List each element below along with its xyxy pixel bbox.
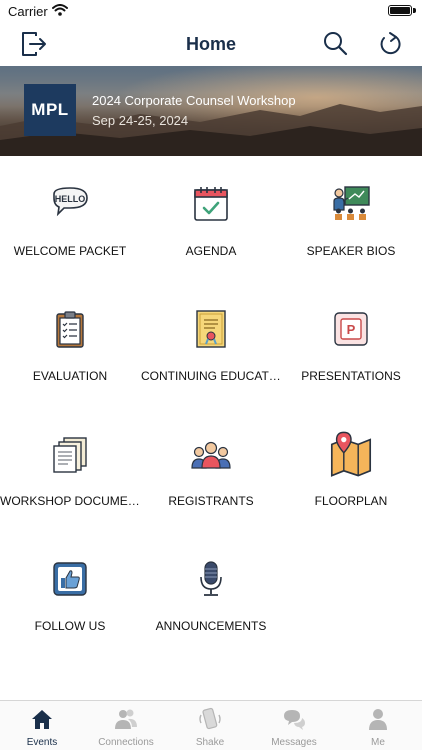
tab-me[interactable]: Me xyxy=(336,701,420,750)
event-title: 2024 Corporate Counsel Workshop xyxy=(92,93,296,108)
tile-agenda[interactable]: AGENDA xyxy=(141,156,281,281)
people-group-icon xyxy=(191,441,231,469)
tab-bar: Events Connections Shake Messages Me xyxy=(0,700,422,750)
tile-floorplan[interactable]: FLOORPLAN xyxy=(281,406,421,531)
tab-connections[interactable]: Connections xyxy=(84,701,168,750)
tile-label: EVALUATION xyxy=(32,369,108,383)
powerpoint-icon: P xyxy=(334,312,368,346)
tile-announcements[interactable]: ANNOUNCEMENTS xyxy=(141,531,281,656)
microphone-icon xyxy=(200,561,222,596)
refresh-icon[interactable] xyxy=(374,28,406,60)
battery-tip xyxy=(413,8,416,13)
map-pin-icon xyxy=(330,431,372,477)
tile-label: ANNOUNCEMENTS xyxy=(155,619,267,633)
battery-icon xyxy=(388,5,412,16)
clipboard-icon xyxy=(56,311,84,348)
hello-speech-bubble-icon: HELLO xyxy=(53,187,88,217)
tile-label: WELCOME PACKET xyxy=(13,244,127,258)
navigation-bar: Home xyxy=(0,22,422,66)
documents-icon xyxy=(53,437,87,473)
tab-label: Me xyxy=(371,737,385,748)
tile-speaker-bios[interactable]: SPEAKER BIOS xyxy=(281,156,421,281)
search-icon[interactable] xyxy=(320,28,352,60)
tile-follow-us[interactable]: FOLLOW US xyxy=(0,531,140,656)
tile-label: REGISTRANTS xyxy=(168,494,254,508)
tab-label: Shake xyxy=(195,737,225,748)
presenter-icon xyxy=(333,186,370,220)
tab-label: Connections xyxy=(98,737,154,748)
status-bar: Carrier xyxy=(0,0,422,22)
certificate-icon xyxy=(196,310,226,348)
tile-label: CONTINUING EDUCATI... xyxy=(141,369,281,383)
connections-icon xyxy=(115,709,137,729)
tile-label: PRESENTATIONS xyxy=(301,369,401,383)
page-title: Home xyxy=(185,34,236,54)
tile-evaluation[interactable]: EVALUATION xyxy=(0,281,140,406)
tile-workshop-documents[interactable]: WORKSHOP DOCUMEN... xyxy=(0,406,140,531)
tab-shake[interactable]: Shake xyxy=(168,701,252,750)
house-icon xyxy=(32,710,52,729)
tab-label: Messages xyxy=(271,737,317,748)
calendar-check-icon xyxy=(194,187,228,221)
event-dates: Sep 24-25, 2024 xyxy=(92,113,189,128)
tile-registrants[interactable]: REGISTRANTS xyxy=(141,406,281,531)
tile-welcome-packet[interactable]: HELLO WELCOME PACKET xyxy=(0,156,140,281)
person-icon xyxy=(369,709,387,730)
svg-text:P: P xyxy=(347,322,356,337)
tile-label: FLOORPLAN xyxy=(314,494,388,508)
tile-label: FOLLOW US xyxy=(34,619,106,633)
tile-label: AGENDA xyxy=(185,244,237,258)
wifi-icon xyxy=(52,4,68,16)
tile-label: SPEAKER BIOS xyxy=(306,244,396,258)
chat-bubbles-icon xyxy=(284,710,305,730)
tile-label: WORKSHOP DOCUMEN... xyxy=(0,494,140,508)
shake-phone-icon xyxy=(199,707,221,730)
tile-presentations[interactable]: P PRESENTATIONS xyxy=(281,281,421,406)
event-banner[interactable]: MPL 2024 Corporate Counsel Workshop Sep … xyxy=(0,66,422,156)
tab-messages[interactable]: Messages xyxy=(252,701,336,750)
thumbs-up-icon xyxy=(53,562,87,596)
carrier-label: Carrier xyxy=(8,4,48,19)
tile-continuing-education[interactable]: CONTINUING EDUCATI... xyxy=(141,281,281,406)
tab-label: Events xyxy=(26,737,58,748)
event-logo: MPL xyxy=(24,84,76,136)
tab-events[interactable]: Events xyxy=(0,701,84,750)
svg-text:HELLO: HELLO xyxy=(55,194,86,204)
